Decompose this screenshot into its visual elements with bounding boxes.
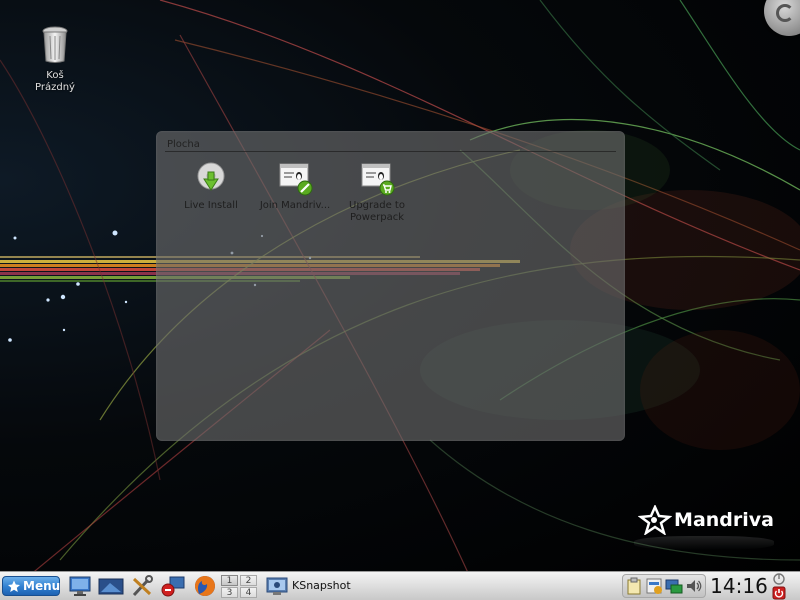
panel-toolbox-icon	[773, 573, 785, 585]
task-ksnapshot-label: KSnapshot	[292, 579, 351, 592]
folder-view-widget[interactable]: Plocha Live Install Join Mandriv... Upgr…	[156, 131, 625, 441]
upgrade-powerpack-label: Upgrade to Powerpack	[349, 200, 405, 223]
live-install-label: Live Install	[184, 200, 238, 211]
show-desktop-launcher[interactable]	[68, 575, 92, 597]
panel-right-controls[interactable]	[770, 573, 788, 600]
pager-desktop-3[interactable]: 3	[221, 587, 238, 598]
firefox-launcher[interactable]	[193, 575, 217, 597]
package-update-icon	[646, 578, 662, 594]
remote-desktop-icon	[161, 576, 185, 597]
upgrade-powerpack-icon	[361, 163, 395, 196]
pager-desktop-2[interactable]: 2	[240, 575, 257, 586]
desktop[interactable]: Koš Prázdný Plocha Live Install Join Man…	[0, 0, 800, 600]
mandriva-star-icon	[8, 580, 20, 592]
folder-view-divider	[165, 151, 616, 152]
logout-icon	[772, 586, 786, 600]
system-tray[interactable]	[622, 574, 706, 598]
trash-icon	[42, 26, 68, 63]
mandriva-logo: Mandriva	[638, 505, 774, 535]
trash-desktop-icon[interactable]: Koš Prázdný	[26, 26, 84, 94]
mandriva-logo-reflection	[634, 536, 774, 550]
join-mandriva-item[interactable]: Join Mandriv...	[255, 161, 335, 212]
system-settings-launcher[interactable]	[130, 575, 154, 597]
menu-label: Menu	[23, 579, 61, 593]
live-install-item[interactable]: Live Install	[171, 161, 251, 212]
firefox-icon	[195, 576, 215, 596]
pager-desktop-1[interactable]: 1	[221, 575, 238, 586]
desktop-pager[interactable]: 1 2 3 4	[220, 574, 258, 599]
folder-view-title: Plocha	[167, 139, 200, 150]
task-ksnapshot[interactable]: KSnapshot	[264, 574, 394, 598]
join-mandriva-icon	[279, 163, 313, 196]
menu-button[interactable]: Menu	[2, 576, 60, 596]
clipboard-icon	[627, 577, 641, 595]
network-tray[interactable]	[665, 577, 683, 595]
package-update-tray[interactable]	[645, 577, 663, 595]
cashew-icon	[776, 4, 794, 22]
volume-tray[interactable]	[685, 577, 703, 595]
system-settings-icon	[132, 575, 153, 597]
remote-desktop-launcher[interactable]	[160, 575, 185, 597]
pager-desktop-4[interactable]: 4	[240, 587, 257, 598]
panel-right-icons	[772, 573, 786, 600]
mandriva-star-icon	[638, 505, 673, 535]
ksnapshot-icon	[266, 577, 288, 595]
upgrade-powerpack-item[interactable]: Upgrade to Powerpack	[337, 161, 417, 224]
trash-label: Koš Prázdný	[35, 70, 75, 93]
network-icon	[665, 579, 683, 594]
mandriva-logo-text: Mandriva	[674, 509, 774, 531]
volume-icon	[687, 580, 702, 592]
digital-clock[interactable]: 14:16	[710, 574, 768, 598]
taskbar-panel[interactable]: Menu 1 2 3 4 KSnapshot 14:16	[0, 571, 800, 600]
show-desktop-icon	[69, 576, 91, 596]
monitor-icon	[98, 578, 124, 595]
live-install-icon	[197, 162, 225, 191]
monitor-launcher[interactable]	[98, 575, 124, 597]
clipboard-tray[interactable]	[625, 577, 643, 595]
join-mandriva-label: Join Mandriv...	[259, 200, 331, 211]
